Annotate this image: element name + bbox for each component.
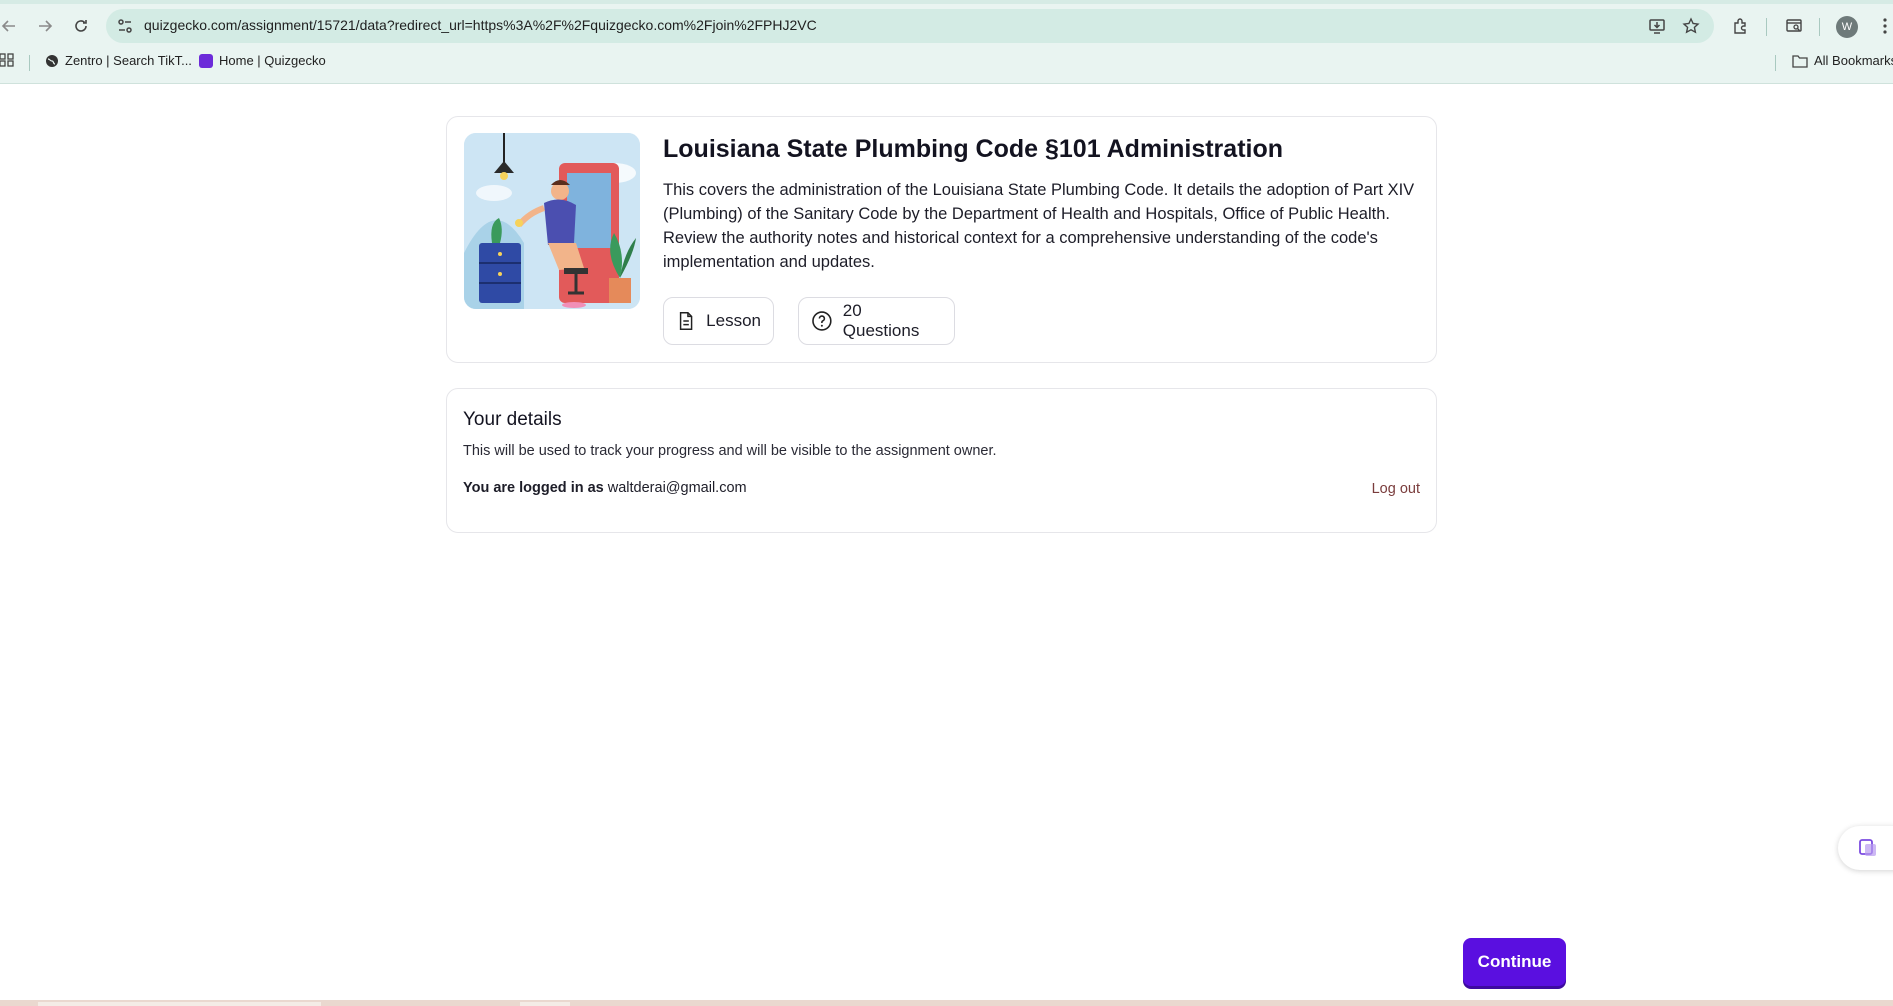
assistant-icon [1859, 839, 1876, 856]
url-text[interactable]: quizgecko.com/assignment/15721/data?redi… [144, 17, 817, 33]
browser-menu-icon[interactable] [1870, 7, 1893, 45]
apps-grid-icon[interactable] [0, 53, 14, 67]
forward-icon[interactable] [30, 7, 60, 45]
your-details-card: Your details This will be used to track … [446, 388, 1437, 533]
lesson-chip-label: Lesson [706, 311, 761, 330]
user-email: waltderai@gmail.com [607, 480, 747, 496]
logout-link[interactable]: Log out [1372, 481, 1420, 497]
chrome-divider [0, 83, 1893, 84]
bookmark-star-icon[interactable] [1680, 15, 1702, 37]
assignment-description: This covers the administration of the Lo… [663, 181, 1415, 271]
tab-strip [0, 0, 1893, 4]
bookmark-label: Zentro | Search TikT... [65, 53, 192, 68]
bookmark-zentro[interactable]: Zentro | Search TikT... [45, 53, 192, 68]
tab-search-icon[interactable] [1779, 7, 1809, 45]
site-info-icon[interactable] [116, 17, 134, 35]
browser-chrome: quizgecko.com/assignment/15721/data?redi… [0, 0, 1893, 84]
browser-toolbar: quizgecko.com/assignment/15721/data?redi… [0, 7, 1893, 45]
address-bar[interactable]: quizgecko.com/assignment/15721/data?redi… [106, 9, 1714, 43]
details-subtitle: This will be used to track your progress… [463, 443, 997, 459]
toolbar-divider [1819, 18, 1820, 36]
bookmark-quizgecko-home[interactable]: Home | Quizgecko [199, 53, 326, 68]
assistant-widget[interactable] [1838, 826, 1893, 870]
all-bookmarks-button[interactable]: All Bookmarks [1792, 53, 1893, 68]
logged-in-label: You are logged in as [463, 480, 604, 496]
back-icon[interactable] [0, 7, 24, 45]
profile-avatar[interactable]: W [1836, 16, 1858, 38]
lesson-chip[interactable]: Lesson [663, 297, 774, 345]
globe-icon [46, 54, 58, 67]
details-title: Your details [463, 409, 562, 430]
question-circle-icon [812, 311, 832, 331]
toolbar-divider [1766, 18, 1767, 36]
document-icon [679, 312, 693, 330]
reload-icon[interactable] [66, 7, 96, 45]
questions-chip-label: 20 Questions [842, 301, 920, 340]
assignment-illustration [464, 133, 640, 309]
bookmark-label: Home | Quizgecko [219, 53, 326, 68]
quizgecko-favicon [199, 53, 213, 68]
bottom-edge [0, 1000, 1893, 1006]
bookmarks-bar: Zentro | Search TikT... Home | Quizgecko… [0, 49, 1893, 77]
all-bookmarks-label: All Bookmarks [1814, 53, 1893, 68]
continue-button[interactable]: Continue [1463, 938, 1566, 986]
assignment-title: Louisiana State Plumbing Code §101 Admin… [663, 135, 1284, 163]
bookmarks-divider [1775, 55, 1776, 71]
logged-in-status: You are logged in as waltderai@gmail.com [463, 480, 747, 496]
questions-chip[interactable]: 20 Questions [798, 297, 955, 345]
extensions-icon[interactable] [1726, 7, 1756, 45]
install-app-icon[interactable] [1646, 15, 1668, 37]
bottom-edge-segment [38, 1002, 321, 1006]
bottom-edge-segment [520, 1002, 570, 1006]
folder-icon [1792, 54, 1808, 68]
assignment-card: Louisiana State Plumbing Code §101 Admin… [446, 116, 1437, 363]
bookmarks-divider [29, 55, 30, 71]
